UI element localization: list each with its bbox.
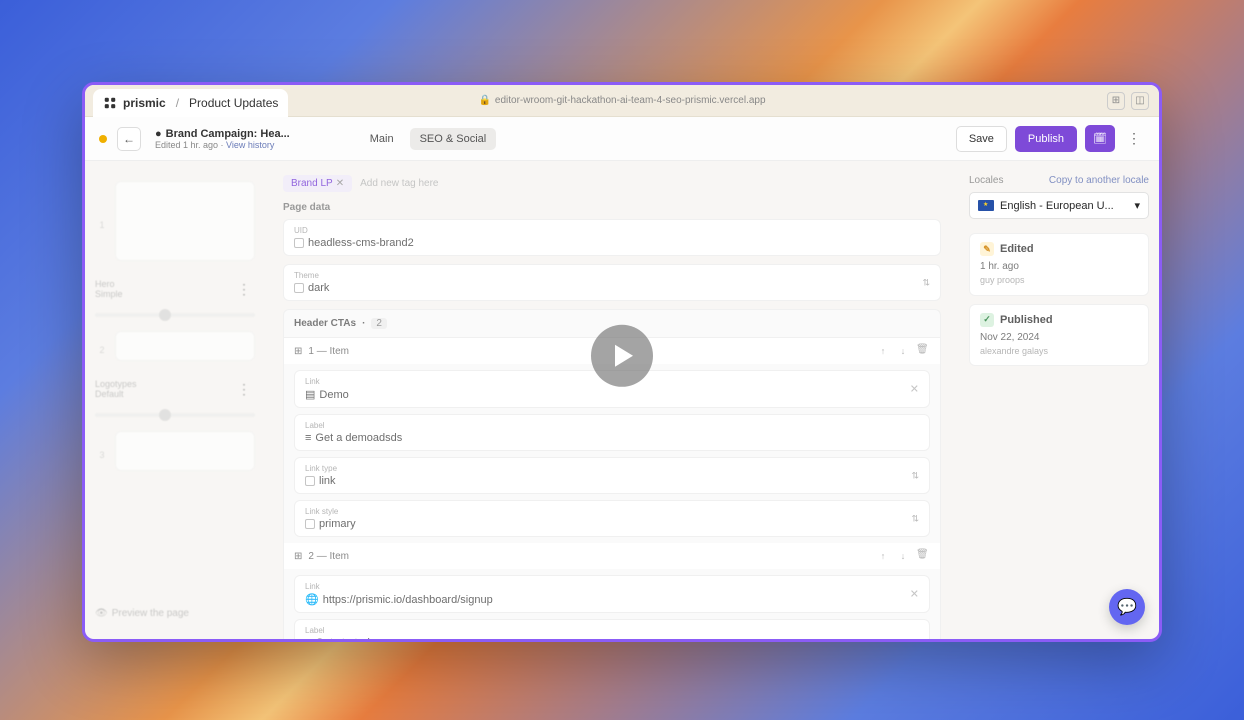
tag-row: Brand LP ✕ Add new tag here xyxy=(283,175,941,192)
circle-icon xyxy=(294,283,304,293)
link-style-field[interactable]: Link style primary ⇅ xyxy=(294,500,930,537)
doc-title: Brand Campaign: Hea... xyxy=(166,128,290,140)
section-page-data: Page data xyxy=(283,202,941,213)
circle-icon xyxy=(305,519,315,529)
back-button[interactable]: ← xyxy=(117,127,141,151)
locales-label: Locales xyxy=(969,175,1003,186)
circle-icon xyxy=(305,476,315,486)
publish-button[interactable]: Publish xyxy=(1015,126,1077,152)
link-field[interactable]: Link 🌐https://prismic.io/dashboard/signu… xyxy=(294,575,930,613)
content-area: 1 Hero Simple ⋮ 2 Logotypes Default xyxy=(85,161,1159,639)
main-form: Brand LP ✕ Add new tag here Page data UI… xyxy=(265,161,959,639)
doc-info: ● Brand Campaign: Hea... Edited 1 hr. ag… xyxy=(155,128,290,150)
browser-actions: ⊞ ◫ xyxy=(1107,92,1149,110)
draft-dot-icon: ● xyxy=(155,128,162,140)
tag-chip[interactable]: Brand LP ✕ xyxy=(283,175,352,192)
app-window: prismic / Product Updates 🔒 editor-wroom… xyxy=(82,82,1162,642)
drag-icon[interactable]: ⊞ xyxy=(294,551,302,562)
list-item[interactable]: 3 xyxy=(95,431,255,479)
eye-icon: 👁 xyxy=(95,608,108,619)
schedule-button[interactable]: 🗓 xyxy=(1085,125,1115,152)
url-text: editor-wroom-git-hackathon-ai-team-4-seo… xyxy=(495,95,766,106)
move-up-icon[interactable]: ↑ xyxy=(876,344,890,358)
published-author: alexandre galays xyxy=(980,345,1138,358)
theme-field[interactable]: Theme dark ⇅ xyxy=(283,264,941,301)
save-button[interactable]: Save xyxy=(956,126,1007,152)
globe-icon: 🌐 xyxy=(305,593,319,606)
view-history-link[interactable]: View history xyxy=(226,140,274,150)
slice-variant: Simple xyxy=(95,289,123,299)
tab-title: Product Updates xyxy=(189,96,278,110)
url-bar[interactable]: 🔒 editor-wroom-git-hackathon-ai-team-4-s… xyxy=(478,95,765,106)
browser-tab[interactable]: prismic / Product Updates xyxy=(93,89,288,117)
pencil-icon: ✎ xyxy=(980,242,994,256)
label-field[interactable]: Label ≡Get a demoadsds xyxy=(294,414,930,451)
copy-locale-link[interactable]: Copy to another locale xyxy=(1049,175,1149,186)
sidebar-right: Locales Copy to another locale English -… xyxy=(959,161,1159,639)
list-item[interactable]: 1 xyxy=(95,181,255,269)
slice-rail: 1 Hero Simple ⋮ 2 Logotypes Default xyxy=(85,161,265,639)
tab-seo-social[interactable]: SEO & Social xyxy=(410,128,497,150)
link-type-field[interactable]: Link type link ⇅ xyxy=(294,457,930,494)
prismic-logo-icon xyxy=(103,96,117,110)
chevron-down-icon: ▾ xyxy=(1134,199,1140,212)
browser-chrome: prismic / Product Updates 🔒 editor-wroom… xyxy=(85,85,1159,117)
separator: / xyxy=(176,96,179,110)
panel-icon[interactable]: ◫ xyxy=(1131,92,1149,110)
add-tag-input[interactable]: Add new tag here xyxy=(360,178,438,189)
move-down-icon[interactable]: ↓ xyxy=(896,549,910,563)
slice-name: Logotypes xyxy=(95,379,137,389)
extension-icon[interactable]: ⊞ xyxy=(1107,92,1125,110)
chevron-updown-icon: ⇅ xyxy=(911,470,919,481)
edited-time: 1 hr. ago xyxy=(980,260,1138,274)
slice-menu-icon[interactable]: ⋮ xyxy=(233,381,255,398)
slider-handle[interactable] xyxy=(95,413,255,417)
slice-name: Hero xyxy=(95,279,123,289)
clear-icon[interactable]: ✕ xyxy=(910,383,919,396)
text-icon: ≡ xyxy=(305,637,311,639)
eu-flag-icon xyxy=(978,200,994,211)
preview-page-link[interactable]: 👁 Preview the page xyxy=(95,608,255,619)
locale-dropdown[interactable]: English - European U... ▾ xyxy=(969,192,1149,219)
content-tabs: Main SEO & Social xyxy=(360,128,496,150)
move-down-icon[interactable]: ↓ xyxy=(896,344,910,358)
slice-thumbnail xyxy=(115,331,255,361)
slider-handle[interactable] xyxy=(95,313,255,317)
published-time: Nov 22, 2024 xyxy=(980,331,1138,345)
check-icon: ✓ xyxy=(980,313,994,327)
edited-author: guy proops xyxy=(980,274,1138,287)
move-up-icon[interactable]: ↑ xyxy=(876,549,890,563)
edited-card: ✎ Edited 1 hr. ago guy proops xyxy=(969,233,1149,296)
slice-variant: Default xyxy=(95,389,137,399)
drag-icon[interactable]: ⊞ xyxy=(294,346,302,357)
app-topbar: ← ● Brand Campaign: Hea... Edited 1 hr. … xyxy=(85,117,1159,161)
doc-icon: ▤ xyxy=(305,388,315,401)
text-icon: ≡ xyxy=(305,432,311,444)
doc-subtitle: Edited 1 hr. ago · View history xyxy=(155,140,290,150)
published-card: ✓ Published Nov 22, 2024 alexandre galay… xyxy=(969,304,1149,367)
slice-thumbnail xyxy=(115,181,255,261)
delete-icon[interactable]: 🗑 xyxy=(916,344,930,358)
status-dot-icon xyxy=(99,135,107,143)
group-item-header[interactable]: ⊞ 2 — Item ↑ ↓ 🗑 xyxy=(284,543,940,569)
uid-field[interactable]: UID headless-cms-brand2 xyxy=(283,219,941,256)
chevron-updown-icon: ⇅ xyxy=(911,513,919,524)
more-menu-icon[interactable]: ⋮ xyxy=(1123,130,1145,147)
remove-tag-icon[interactable]: ✕ xyxy=(336,178,344,189)
chevron-updown-icon: ⇅ xyxy=(922,277,930,288)
clear-icon[interactable]: ✕ xyxy=(910,588,919,601)
app-name: prismic xyxy=(123,96,166,110)
lock-icon: 🔒 xyxy=(478,95,490,106)
tab-main[interactable]: Main xyxy=(360,128,404,150)
top-actions: Save Publish 🗓 ⋮ xyxy=(956,125,1145,152)
hash-icon xyxy=(294,238,304,248)
delete-icon[interactable]: 🗑 xyxy=(916,549,930,563)
play-button[interactable] xyxy=(591,325,653,387)
list-item[interactable]: 2 xyxy=(95,331,255,369)
slice-thumbnail xyxy=(115,431,255,471)
intercom-chat-icon[interactable]: 💬 xyxy=(1109,589,1145,625)
slice-menu-icon[interactable]: ⋮ xyxy=(233,281,255,298)
label-field[interactable]: Label ≡Get started xyxy=(294,619,930,639)
